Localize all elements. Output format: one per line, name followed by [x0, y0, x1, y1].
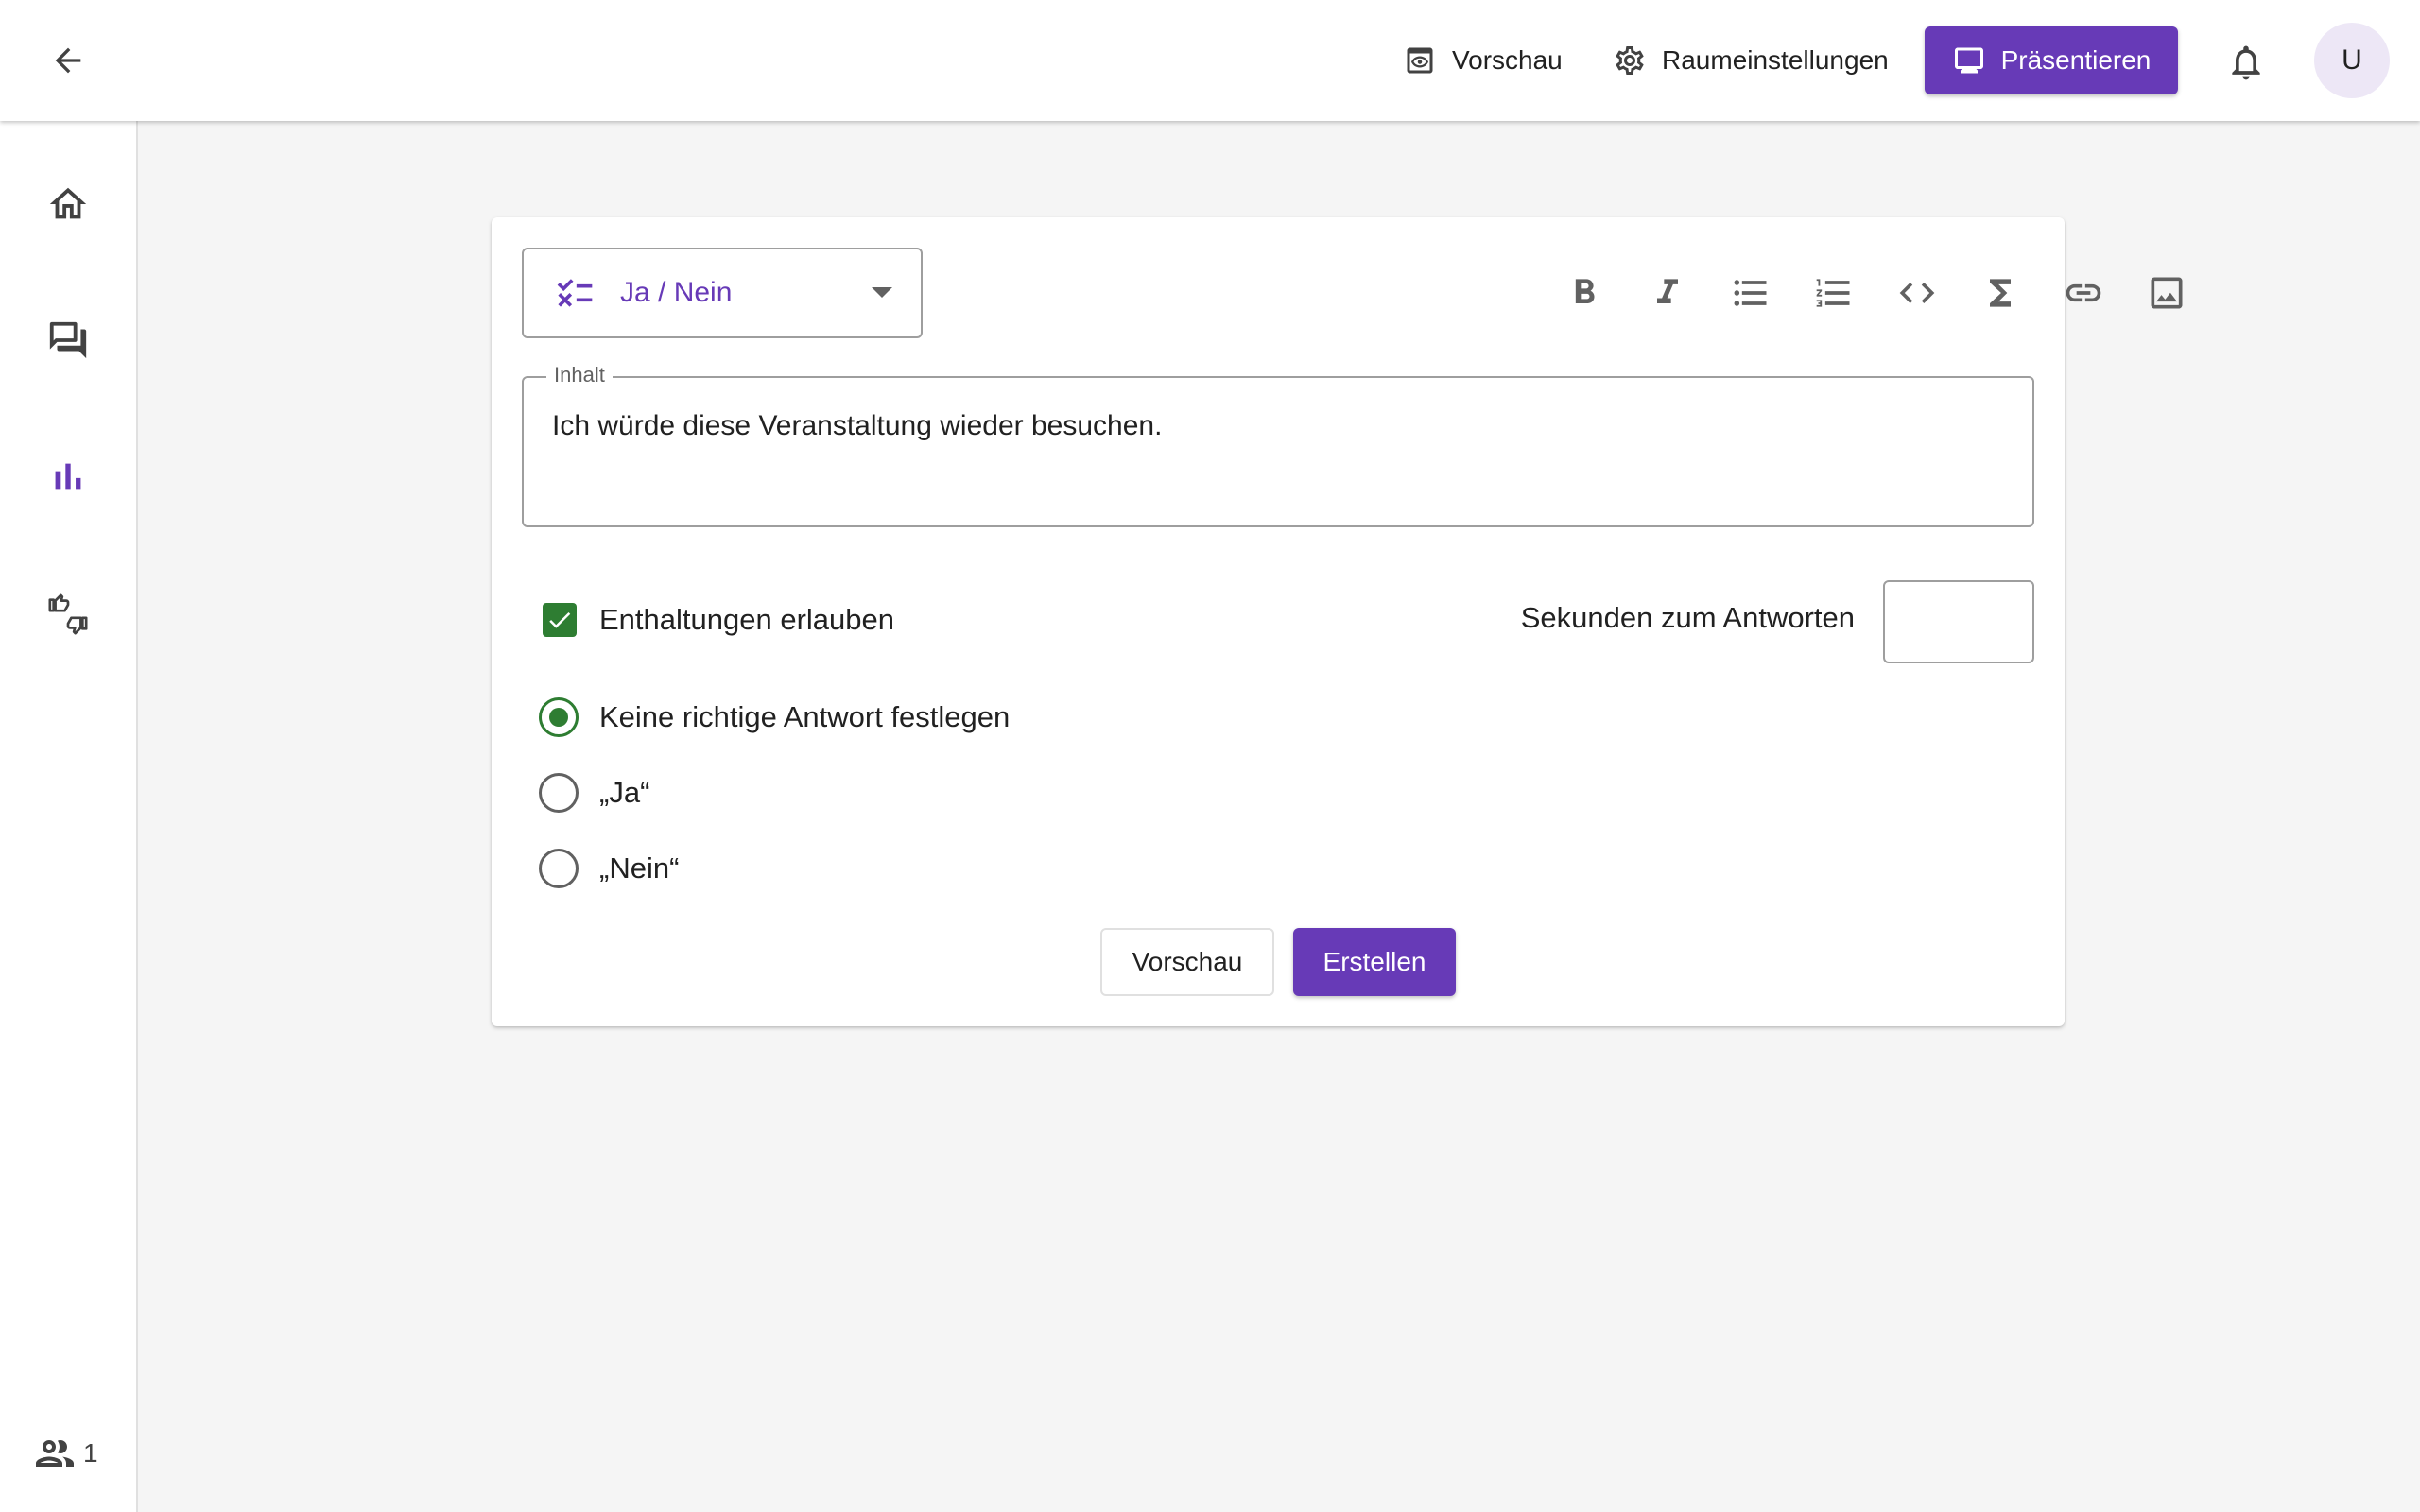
option-no[interactable]: „Nein“ [539, 849, 679, 888]
feedback-icon [48, 593, 88, 635]
top-app-bar: Vorschau Raumeinstellungen Präsentieren … [0, 0, 2420, 121]
option-label: „Ja“ [599, 776, 650, 809]
back-button[interactable] [38, 34, 98, 87]
bold-icon [1575, 279, 1595, 303]
preview-header-label: Vorschau [1452, 45, 1563, 75]
bold-button[interactable] [1554, 263, 1615, 323]
radio-selected[interactable] [539, 697, 579, 737]
room-settings-button[interactable]: Raumeinstellungen [1613, 26, 1889, 94]
radio-unselected[interactable] [539, 849, 579, 888]
preview-button[interactable]: Vorschau [1100, 928, 1274, 996]
numbered-list-icon [1816, 279, 1850, 307]
present-label: Präsentieren [2000, 45, 2152, 75]
monitor-icon [1954, 47, 1983, 74]
radio-unselected[interactable] [539, 773, 579, 813]
room-settings-label: Raumeinstellungen [1662, 45, 1889, 75]
notifications-button[interactable] [2221, 38, 2271, 87]
active-users: 1 [32, 1431, 98, 1476]
italic-button[interactable] [1637, 263, 1698, 323]
sidebar-item-feedback[interactable] [38, 584, 98, 644]
content-label: Inhalt [546, 363, 613, 387]
user-count: 1 [83, 1438, 98, 1468]
allow-abstentions-label: Enthaltungen erlauben [599, 603, 894, 636]
present-button[interactable]: Präsentieren [1925, 26, 2178, 94]
users-icon [36, 1440, 74, 1467]
gear-icon [1616, 46, 1644, 75]
bullet-list-icon [1734, 280, 1767, 306]
checkbox-checked[interactable] [543, 603, 577, 637]
create-button[interactable]: Erstellen [1293, 928, 1456, 996]
bullet-list-button[interactable] [1720, 263, 1781, 323]
option-label: „Nein“ [599, 851, 680, 885]
option-no-correct-answer[interactable]: Keine richtige Antwort festlegen [539, 697, 1010, 737]
seconds-to-answer-input[interactable] [1883, 580, 2034, 663]
seconds-to-answer-label: Sekunden zum Antworten [1520, 601, 1855, 634]
preview-icon [1407, 47, 1433, 74]
content-text: Ich würde diese Veranstaltung wieder bes… [552, 410, 1163, 441]
option-label: Keine richtige Antwort festlegen [599, 700, 1011, 733]
bell-icon [2232, 45, 2260, 80]
sidebar-item-home[interactable] [38, 174, 98, 234]
link-button[interactable] [2053, 263, 2114, 323]
check-icon [549, 611, 571, 628]
italic-icon [1657, 279, 1678, 303]
sidebar: 1 [0, 121, 138, 1512]
radio-dot [549, 708, 568, 727]
code-button[interactable] [1887, 263, 1947, 323]
preview-header-button[interactable]: Vorschau [1403, 26, 1563, 94]
code-icon [1899, 283, 1935, 303]
numbered-list-button[interactable] [1804, 263, 1864, 323]
bar-chart-icon [55, 463, 81, 490]
avatar[interactable]: U [2314, 23, 2390, 98]
chevron-down-icon [872, 287, 892, 298]
allow-abstentions-checkbox[interactable]: Enthaltungen erlauben [543, 603, 894, 637]
image-button[interactable] [2136, 263, 2197, 323]
format-select-value: Ja / Nein [620, 277, 733, 308]
option-yes[interactable]: „Ja“ [539, 773, 649, 813]
image-icon [2151, 277, 2183, 309]
sigma-icon [1990, 279, 2011, 307]
arrow-back-icon [55, 47, 81, 74]
chat-icon [49, 321, 87, 359]
sidebar-item-chat[interactable] [38, 310, 98, 370]
formula-button[interactable] [1970, 263, 2031, 323]
question-editor-card: Ja / Nein Inhalt Ich würde diese Veranst… [492, 217, 2183, 1026]
link-icon [2066, 284, 2101, 302]
home-icon [49, 187, 87, 219]
checklist-icon [557, 279, 593, 307]
sidebar-item-statistics[interactable] [38, 446, 98, 507]
content-field[interactable]: Inhalt Ich würde diese Veranstaltung wie… [522, 363, 2034, 527]
format-select[interactable]: Ja / Nein [522, 248, 923, 338]
